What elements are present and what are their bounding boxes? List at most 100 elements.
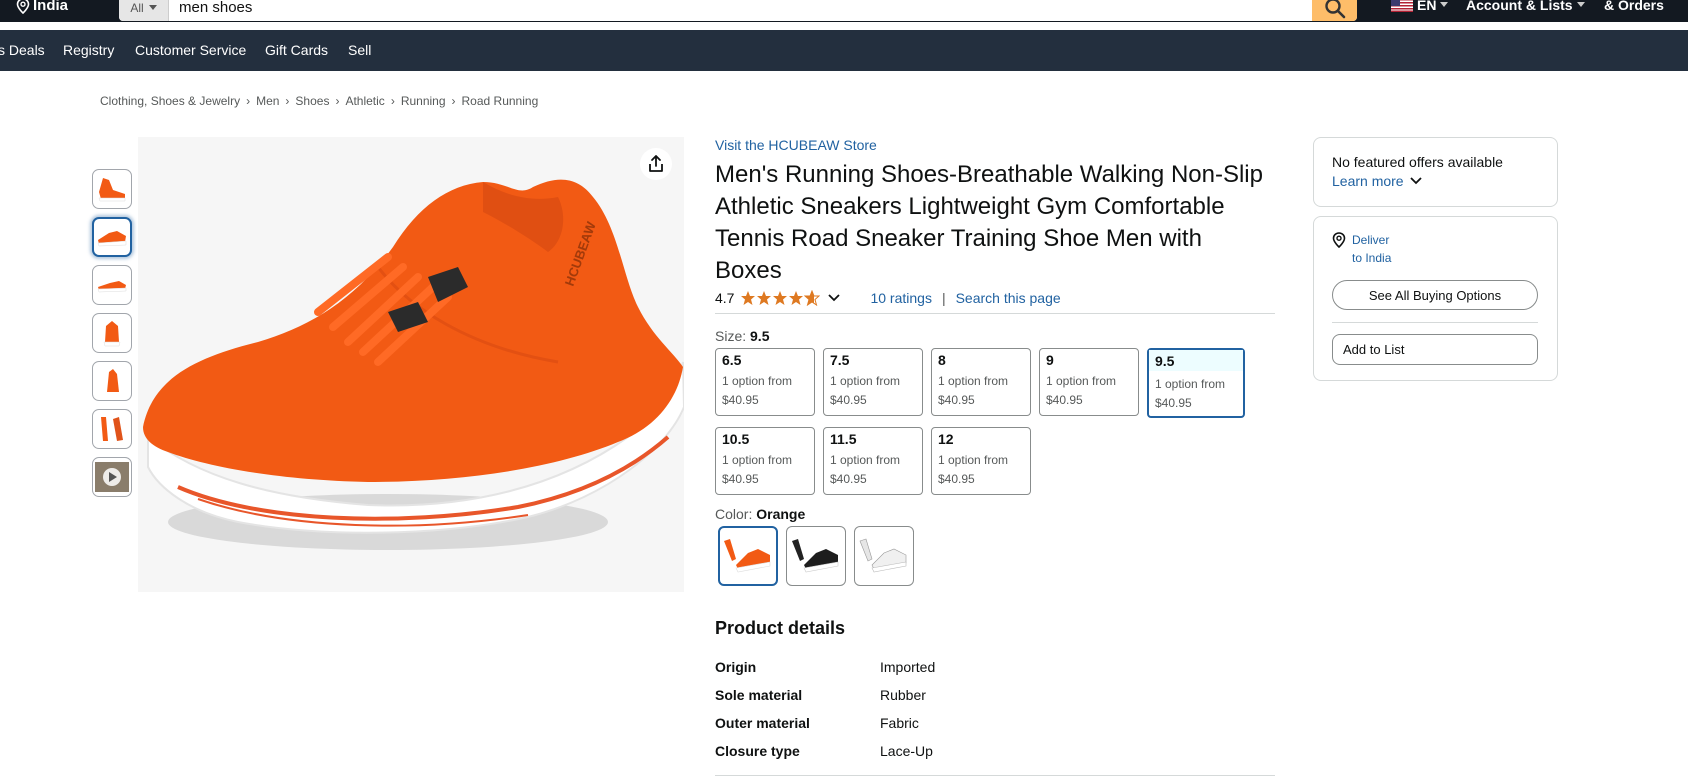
- color-label: Color: Orange: [715, 506, 806, 522]
- nav-item-customer-service[interactable]: Customer Service: [135, 42, 246, 58]
- shoe-thumbnail-image: [97, 231, 127, 247]
- thumbnail-image-selected[interactable]: [92, 217, 132, 257]
- language-selector[interactable]: EN: [1391, 0, 1449, 13]
- account-lists-label: Account & Lists: [1466, 0, 1573, 13]
- color-swatch-white[interactable]: [854, 526, 914, 586]
- share-button[interactable]: [640, 148, 672, 180]
- see-all-buying-options-button[interactable]: See All Buying Options: [1332, 280, 1538, 310]
- us-flag-icon: [1391, 0, 1413, 12]
- sub-navigation: s Deals Registry Customer Service Gift C…: [0, 30, 1688, 71]
- search-button[interactable]: [1312, 0, 1357, 21]
- ratings-count-link[interactable]: 10 ratings: [870, 290, 931, 306]
- star-full-icon: [789, 291, 804, 305]
- location-pin-icon: [16, 0, 30, 14]
- no-offers-text: No featured offers available: [1332, 154, 1503, 170]
- search-input[interactable]: [169, 0, 1312, 21]
- orange-running-shoe-image: HCUBEAW: [143, 179, 684, 550]
- breadcrumb-item[interactable]: Clothing, Shoes & Jewelry: [100, 94, 240, 108]
- video-thumbnail[interactable]: [92, 457, 132, 497]
- deliver-location[interactable]: India: [16, 0, 68, 14]
- size-label: Size: 9.5: [715, 328, 770, 344]
- detail-row: Sole material Rubber: [715, 687, 926, 703]
- chevron-down-icon[interactable]: [828, 294, 841, 302]
- chevron-down-icon: [1576, 2, 1585, 7]
- search-icon: [1324, 0, 1345, 18]
- learn-more-link[interactable]: Learn more: [1332, 173, 1539, 189]
- deliver-to-link[interactable]: Deliver to India: [1332, 231, 1539, 267]
- divider: [715, 313, 1275, 314]
- orders-label: & Orders: [1604, 0, 1664, 13]
- add-to-list-button[interactable]: Add to List: [1332, 334, 1538, 365]
- rating-value: 4.7: [715, 290, 735, 306]
- size-option[interactable]: 81 option from $40.95: [931, 348, 1031, 416]
- size-option[interactable]: 7.5 1 option from $40.95: [823, 348, 923, 416]
- thumbnail-image[interactable]: [92, 361, 132, 401]
- black-shoe-swatch-image: [792, 539, 839, 573]
- divider: |: [941, 290, 946, 306]
- color-swatches: [718, 526, 1275, 586]
- product-details-table: Origin Imported Sole material Rubber Outer…: [715, 653, 1275, 765]
- breadcrumb-item[interactable]: Men: [256, 94, 279, 108]
- product-info: Visit the HCUBEAW Store Men's Running Sh…: [715, 137, 1275, 776]
- shoe-thumbnail-image: [97, 281, 127, 293]
- language-label: EN: [1417, 0, 1437, 13]
- detail-row: Outer material Fabric: [715, 715, 919, 731]
- star-full-icon: [757, 291, 772, 305]
- store-link[interactable]: Visit the HCUBEAW Store: [715, 137, 877, 153]
- search-bar: All: [119, 0, 1357, 21]
- selected-size: 9.5: [750, 328, 770, 344]
- size-option[interactable]: 10.5 1 option from $40.95: [715, 427, 815, 495]
- shoe-thumbnail-image: [101, 417, 123, 441]
- breadcrumb-item[interactable]: Running: [401, 94, 446, 108]
- search-category-label: All: [130, 0, 144, 15]
- selected-color: Orange: [756, 506, 806, 522]
- detail-row: Closure type Lace-Up: [715, 743, 933, 759]
- chevron-down-icon: [148, 4, 157, 10]
- color-swatch-black[interactable]: [786, 526, 846, 586]
- nav-item-registry[interactable]: Registry: [63, 42, 114, 58]
- product-title: Men's Running Shoes-Breathable Walking N…: [715, 161, 1263, 284]
- breadcrumb-item[interactable]: Shoes: [295, 94, 329, 108]
- size-option[interactable]: 91 option from $40.95: [1039, 348, 1139, 416]
- size-option[interactable]: 12 1 option from $40.95: [931, 427, 1031, 495]
- share-icon: [649, 155, 663, 172]
- search-category-dropdown[interactable]: All: [119, 0, 169, 21]
- account-lists-menu[interactable]: Account & Lists: [1466, 0, 1585, 13]
- star-full-icon: [773, 291, 788, 305]
- white-shoe-swatch-image: [859, 538, 907, 573]
- main-product-image[interactable]: HCUBEAW: [138, 137, 684, 592]
- search-this-page-link[interactable]: Search this page: [956, 290, 1061, 306]
- thumbnail-image[interactable]: [92, 169, 132, 209]
- shoe-thumbnail-image: [103, 321, 121, 347]
- play-video-icon: [95, 462, 129, 492]
- color-swatch-orange[interactable]: [718, 526, 778, 586]
- breadcrumb-item[interactable]: Road Running: [462, 94, 539, 108]
- chevron-down-icon: [1409, 177, 1422, 185]
- thumbnail-image[interactable]: [92, 409, 132, 449]
- size-option[interactable]: 11.5 1 option from $40.95: [823, 427, 923, 495]
- shoe-thumbnail-image: [107, 369, 119, 392]
- returns-orders-link[interactable]: & Orders: [1604, 0, 1664, 13]
- detail-row: Origin Imported: [715, 659, 936, 675]
- product-details-heading: Product details: [715, 618, 846, 638]
- chevron-down-icon: [1440, 2, 1449, 7]
- thumbnail-image[interactable]: [92, 313, 132, 353]
- size-option-selected[interactable]: 9.5 1 option from $40.95: [1147, 348, 1245, 418]
- breadcrumb-item[interactable]: Athletic: [345, 94, 384, 108]
- nav-item-sell[interactable]: Sell: [348, 42, 371, 58]
- buy-options-box: Deliver to India See All Buying Options A…: [1313, 216, 1558, 381]
- location-label: India: [33, 0, 69, 14]
- star-half-icon: [804, 290, 821, 306]
- thumbnail-image[interactable]: [92, 265, 132, 305]
- shoe-thumbnail-image: [98, 178, 126, 202]
- offers-box: No featured offers available Learn more: [1313, 137, 1558, 207]
- nav-item-gift-cards[interactable]: Gift Cards: [265, 42, 328, 58]
- nav-item-deals[interactable]: s Deals: [0, 42, 45, 58]
- breadcrumb: Clothing, Shoes & Jewelry › Men › Shoes › A…: [100, 94, 539, 108]
- star-rating[interactable]: [740, 290, 821, 306]
- image-thumbnails: [92, 169, 132, 505]
- size-option[interactable]: 6.5 1 option from $40.95: [715, 348, 815, 416]
- rating-row: 4.7 10 ratings | Search this page: [715, 287, 1275, 309]
- divider: [1332, 322, 1538, 323]
- size-options: 6.5 1 option from $40.95 7.5 1 option from $…: [715, 348, 1275, 495]
